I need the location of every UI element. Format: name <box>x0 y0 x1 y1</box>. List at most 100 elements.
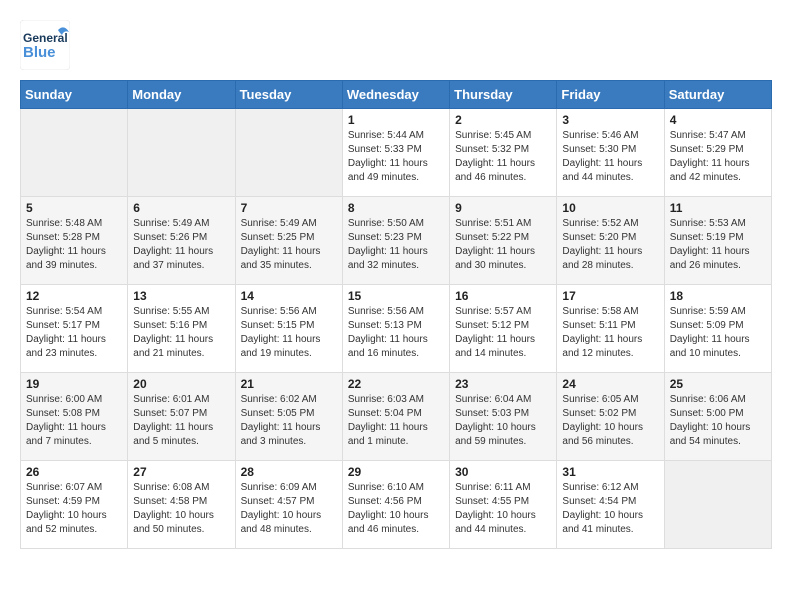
cell-content: Sunrise: 6:03 AMSunset: 5:04 PMDaylight:… <box>348 393 444 449</box>
calendar-day-header: Sunday <box>21 81 128 109</box>
day-number: 4 <box>670 113 766 127</box>
calendar-cell: 8 Sunrise: 5:50 AMSunset: 5:23 PMDaylight… <box>342 197 449 285</box>
day-number: 27 <box>133 465 229 479</box>
calendar-cell: 16 Sunrise: 5:57 AMSunset: 5:12 PMDayligh… <box>450 285 557 373</box>
cell-content: Sunrise: 5:49 AMSunset: 5:25 PMDaylight:… <box>241 217 337 273</box>
calendar-day-header: Thursday <box>450 81 557 109</box>
day-number: 25 <box>670 377 766 391</box>
day-number: 3 <box>562 113 658 127</box>
calendar-cell: 31Sunrise: 6:12 AMSunset: 4:54 PMDayligh… <box>557 461 664 549</box>
calendar-day-header: Tuesday <box>235 81 342 109</box>
calendar-week-row: 5 Sunrise: 5:48 AMSunset: 5:28 PMDaylight… <box>21 197 772 285</box>
cell-content: Sunrise: 6:04 AMSunset: 5:03 PMDaylight:… <box>455 393 551 449</box>
cell-content: Sunrise: 5:56 AMSunset: 5:15 PMDaylight:… <box>241 305 337 361</box>
calendar-cell: 25 Sunrise: 6:06 AMSunset: 5:00 PMDayligh… <box>664 373 771 461</box>
cell-content: Sunrise: 5:54 AMSunset: 5:17 PMDaylight:… <box>26 305 122 361</box>
day-number: 20 <box>133 377 229 391</box>
day-number: 19 <box>26 377 122 391</box>
calendar-cell: 1 Sunrise: 5:44 AMSunset: 5:33 PMDaylight… <box>342 109 449 197</box>
calendar-cell: 17 Sunrise: 5:58 AMSunset: 5:11 PMDayligh… <box>557 285 664 373</box>
cell-content: Sunrise: 5:51 AMSunset: 5:22 PMDaylight:… <box>455 217 551 273</box>
cell-content: Sunrise: 5:57 AMSunset: 5:12 PMDaylight:… <box>455 305 551 361</box>
calendar-day-header: Friday <box>557 81 664 109</box>
calendar-cell: 30 Sunrise: 6:11 AMSunset: 4:55 PMDayligh… <box>450 461 557 549</box>
day-number: 14 <box>241 289 337 303</box>
calendar-cell: 4 Sunrise: 5:47 AMSunset: 5:29 PMDaylight… <box>664 109 771 197</box>
cell-content: Sunrise: 5:45 AMSunset: 5:32 PMDaylight:… <box>455 129 551 185</box>
cell-content: Sunrise: 6:07 AMSunset: 4:59 PMDaylight:… <box>26 481 122 537</box>
cell-content: Sunrise: 6:12 AMSunset: 4:54 PMDaylight:… <box>562 481 658 537</box>
day-number: 21 <box>241 377 337 391</box>
cell-content: Sunrise: 6:02 AMSunset: 5:05 PMDaylight:… <box>241 393 337 449</box>
calendar-cell: 2 Sunrise: 5:45 AMSunset: 5:32 PMDaylight… <box>450 109 557 197</box>
cell-content: Sunrise: 5:56 AMSunset: 5:13 PMDaylight:… <box>348 305 444 361</box>
calendar-cell: 23 Sunrise: 6:04 AMSunset: 5:03 PMDayligh… <box>450 373 557 461</box>
calendar-cell: 18 Sunrise: 5:59 AMSunset: 5:09 PMDayligh… <box>664 285 771 373</box>
day-number: 2 <box>455 113 551 127</box>
day-number: 18 <box>670 289 766 303</box>
day-number: 11 <box>670 201 766 215</box>
day-number: 7 <box>241 201 337 215</box>
calendar-day-header: Saturday <box>664 81 771 109</box>
cell-content: Sunrise: 5:50 AMSunset: 5:23 PMDaylight:… <box>348 217 444 273</box>
calendar-cell: 20Sunrise: 6:01 AMSunset: 5:07 PMDayligh… <box>128 373 235 461</box>
day-number: 9 <box>455 201 551 215</box>
cell-content: Sunrise: 5:59 AMSunset: 5:09 PMDaylight:… <box>670 305 766 361</box>
calendar-cell: 24 Sunrise: 6:05 AMSunset: 5:02 PMDayligh… <box>557 373 664 461</box>
day-number: 30 <box>455 465 551 479</box>
calendar-cell <box>235 109 342 197</box>
day-number: 12 <box>26 289 122 303</box>
cell-content: Sunrise: 5:46 AMSunset: 5:30 PMDaylight:… <box>562 129 658 185</box>
calendar-cell <box>21 109 128 197</box>
cell-content: Sunrise: 5:58 AMSunset: 5:11 PMDaylight:… <box>562 305 658 361</box>
logo-svg: General Blue <box>20 20 70 70</box>
calendar-header-row: SundayMondayTuesdayWednesdayThursdayFrid… <box>21 81 772 109</box>
day-number: 16 <box>455 289 551 303</box>
calendar-cell: 15Sunrise: 5:56 AMSunset: 5:13 PMDayligh… <box>342 285 449 373</box>
day-number: 1 <box>348 113 444 127</box>
calendar-cell: 9 Sunrise: 5:51 AMSunset: 5:22 PMDaylight… <box>450 197 557 285</box>
calendar-cell: 29 Sunrise: 6:10 AMSunset: 4:56 PMDayligh… <box>342 461 449 549</box>
calendar-week-row: 1 Sunrise: 5:44 AMSunset: 5:33 PMDaylight… <box>21 109 772 197</box>
cell-content: Sunrise: 6:06 AMSunset: 5:00 PMDaylight:… <box>670 393 766 449</box>
calendar-cell: 6Sunrise: 5:49 AMSunset: 5:26 PMDaylight… <box>128 197 235 285</box>
cell-content: Sunrise: 5:44 AMSunset: 5:33 PMDaylight:… <box>348 129 444 185</box>
cell-content: Sunrise: 6:00 AMSunset: 5:08 PMDaylight:… <box>26 393 122 449</box>
calendar-cell: 3 Sunrise: 5:46 AMSunset: 5:30 PMDaylight… <box>557 109 664 197</box>
calendar-cell: 12 Sunrise: 5:54 AMSunset: 5:17 PMDayligh… <box>21 285 128 373</box>
cell-content: Sunrise: 5:48 AMSunset: 5:28 PMDaylight:… <box>26 217 122 273</box>
calendar-cell: 28Sunrise: 6:09 AMSunset: 4:57 PMDayligh… <box>235 461 342 549</box>
calendar-cell: 21 Sunrise: 6:02 AMSunset: 5:05 PMDayligh… <box>235 373 342 461</box>
page: General Blue SundayMondayTuesdayWednesda… <box>0 0 792 559</box>
day-number: 22 <box>348 377 444 391</box>
cell-content: Sunrise: 6:05 AMSunset: 5:02 PMDaylight:… <box>562 393 658 449</box>
cell-content: Sunrise: 6:08 AMSunset: 4:58 PMDaylight:… <box>133 481 229 537</box>
day-number: 23 <box>455 377 551 391</box>
calendar-day-header: Wednesday <box>342 81 449 109</box>
day-number: 24 <box>562 377 658 391</box>
day-number: 6 <box>133 201 229 215</box>
day-number: 5 <box>26 201 122 215</box>
svg-text:Blue: Blue <box>23 44 56 61</box>
calendar-cell: 27 Sunrise: 6:08 AMSunset: 4:58 PMDayligh… <box>128 461 235 549</box>
calendar-cell <box>664 461 771 549</box>
cell-content: Sunrise: 5:55 AMSunset: 5:16 PMDaylight:… <box>133 305 229 361</box>
cell-content: Sunrise: 5:47 AMSunset: 5:29 PMDaylight:… <box>670 129 766 185</box>
calendar-cell <box>128 109 235 197</box>
calendar-cell: 19 Sunrise: 6:00 AMSunset: 5:08 PMDayligh… <box>21 373 128 461</box>
day-number: 29 <box>348 465 444 479</box>
calendar-cell: 10Sunrise: 5:52 AMSunset: 5:20 PMDayligh… <box>557 197 664 285</box>
logo: General Blue <box>20 20 70 70</box>
calendar-table: SundayMondayTuesdayWednesdayThursdayFrid… <box>20 80 772 549</box>
day-number: 10 <box>562 201 658 215</box>
cell-content: Sunrise: 6:11 AMSunset: 4:55 PMDaylight:… <box>455 481 551 537</box>
calendar-week-row: 26 Sunrise: 6:07 AMSunset: 4:59 PMDayligh… <box>21 461 772 549</box>
header: General Blue <box>20 20 772 70</box>
day-number: 26 <box>26 465 122 479</box>
calendar-week-row: 12 Sunrise: 5:54 AMSunset: 5:17 PMDayligh… <box>21 285 772 373</box>
cell-content: Sunrise: 6:09 AMSunset: 4:57 PMDaylight:… <box>241 481 337 537</box>
day-number: 17 <box>562 289 658 303</box>
cell-content: Sunrise: 6:10 AMSunset: 4:56 PMDaylight:… <box>348 481 444 537</box>
calendar-cell: 26 Sunrise: 6:07 AMSunset: 4:59 PMDayligh… <box>21 461 128 549</box>
day-number: 8 <box>348 201 444 215</box>
